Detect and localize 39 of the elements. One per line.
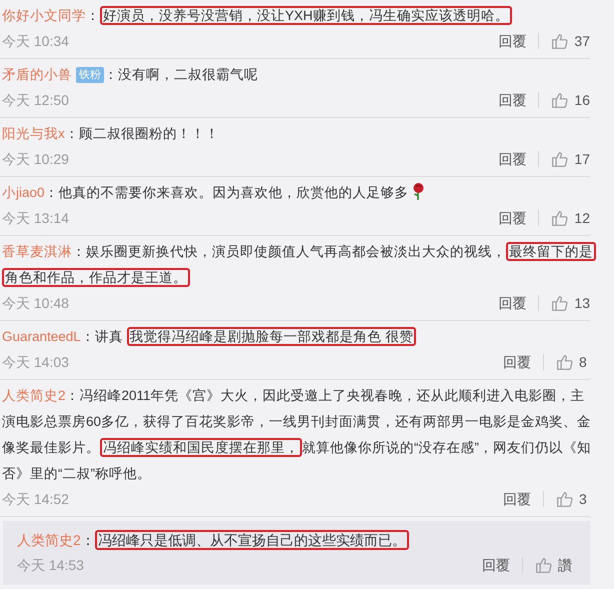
comment-text: 人类简史2： 冯绍峰只是低调、从不宣扬自己的这些实绩而已。 — [17, 527, 572, 553]
thumbs-up-icon — [556, 490, 573, 508]
comment-time: 今天 14:52 — [2, 490, 69, 508]
comment-time: 今天 10:34 — [2, 32, 69, 50]
comment-time: 今天 10:29 — [2, 150, 69, 168]
like-button[interactable]: 12 — [551, 208, 590, 228]
like-button[interactable]: 13 — [551, 292, 590, 314]
reply-button[interactable]: 回覆 — [498, 30, 526, 52]
like-button[interactable]: 讚 — [535, 554, 572, 576]
like-button[interactable]: 17 — [551, 148, 590, 170]
thumbs-up-icon — [556, 354, 573, 370]
like-button[interactable]: 8 — [556, 352, 590, 372]
like-button[interactable]: 16 — [551, 90, 590, 110]
reply-button[interactable]: 回覆 — [482, 554, 510, 576]
reply-button[interactable]: 回覆 — [498, 208, 526, 228]
reply-button[interactable]: 回覆 — [503, 352, 531, 372]
fan-badge: 铁粉 — [76, 67, 104, 83]
comment-text: 矛盾的小兽 铁粉 ：没有啊，二叔很霸气呢 — [2, 66, 259, 85]
reply-button[interactable]: 回覆 — [503, 488, 531, 510]
comment-time: 今天 13:14 — [2, 208, 69, 228]
comment-time: 今天 14:53 — [17, 556, 84, 574]
comment-time: 今天 14:03 — [2, 352, 69, 372]
comment-text: 小jiao0：他真的不需要你来喜欢。因为喜欢他，欣赏他的人足够多 — [2, 180, 598, 206]
thumbs-up-icon — [551, 150, 568, 168]
comment-text: GuaranteedL：讲真 我觉得冯绍峰是剧抛脸每一部戏都是角色 很赞 — [2, 324, 598, 350]
comment-text: 阳光与我x：顾二叔很圈粉的！！！ — [2, 125, 220, 143]
thumbs-up-icon — [551, 32, 568, 50]
comment-text: 人类简史2：冯绍峰2011年凭《宫》大火，因此受邀上了央视春晚，还从此顺利进入电影圈，主演电影总票房60多亿，获得了百花奖影帝，一线男刊封面满贯，还有两部男一电影是金鸡奖、金像奖最佳影片。 冯绍峰实绩和国民度摆在那里， 就算他像你所说的“没存在感”，网友们仍以《知否》里的“二叔”称呼他。 — [2, 387, 592, 483]
like-button[interactable]: 3 — [556, 488, 590, 510]
thumbs-up-icon — [551, 210, 568, 226]
comment-time: 今天 12:50 — [2, 90, 69, 110]
reply-button[interactable]: 回覆 — [498, 292, 526, 314]
thumbs-up-icon — [535, 556, 552, 574]
reply-button[interactable]: 回覆 — [498, 90, 526, 110]
thumbs-up-icon — [551, 294, 568, 312]
comment-time: 今天 10:48 — [2, 294, 69, 312]
reply-button[interactable]: 回覆 — [498, 148, 526, 170]
thumbs-up-icon — [551, 92, 568, 108]
like-button[interactable]: 37 — [551, 30, 590, 52]
